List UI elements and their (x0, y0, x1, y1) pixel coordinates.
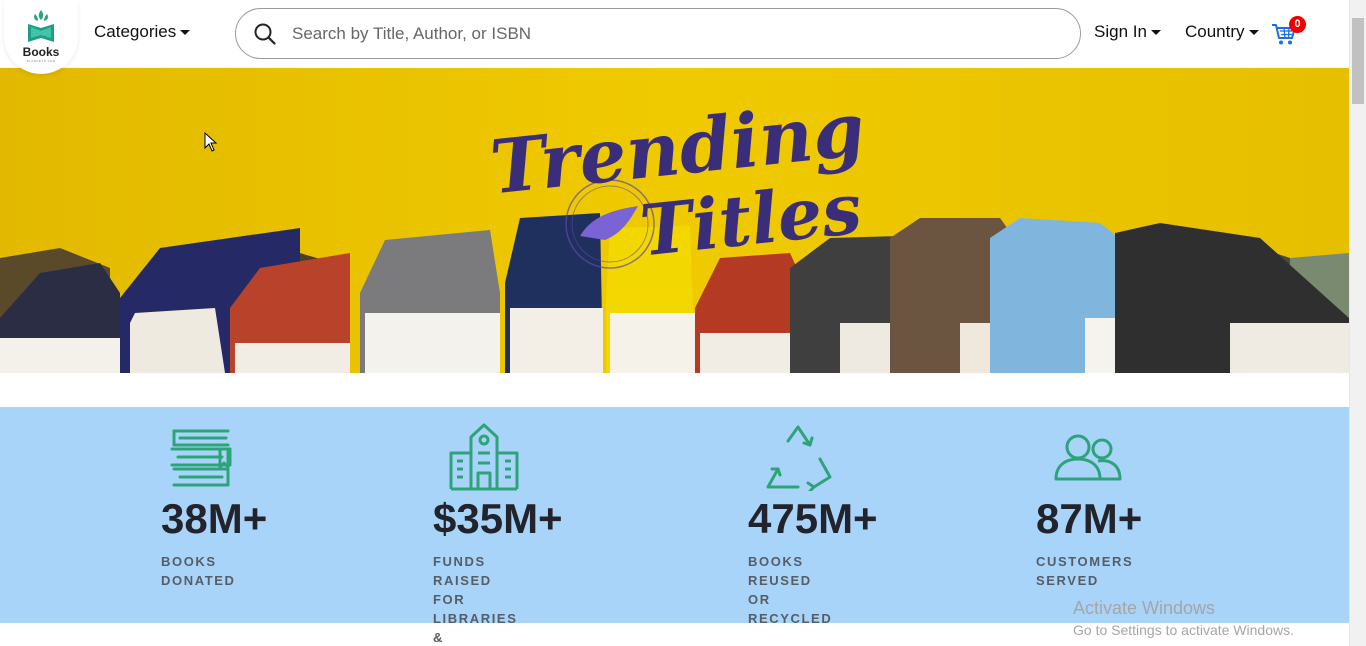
stat-label-line: BOOKS REUSED (748, 554, 812, 588)
sign-in-label: Sign In (1094, 22, 1147, 41)
books-stack-icon (170, 429, 232, 487)
top-navbar: Books BLANKETS FOR Categories Sign In Co… (0, 0, 1349, 74)
stat-label-line: OR RECYCLED (748, 592, 833, 626)
country-dropdown[interactable]: Country (1185, 22, 1259, 42)
stat-value: 475M+ (748, 495, 878, 542)
windows-activation-title: Activate Windows (1073, 598, 1216, 618)
stat-label-line: CUSTOMERS SERVED (1036, 554, 1134, 588)
stat-label: BOOKS REUSED OR RECYCLED (748, 552, 832, 628)
country-label: Country (1185, 22, 1245, 41)
stat-value: 38M+ (161, 495, 268, 542)
page: Books BLANKETS FOR Categories Sign In Co… (0, 0, 1366, 646)
stat-label-line: FUNDS RAISED FOR (433, 554, 492, 607)
search-input[interactable] (292, 19, 1052, 49)
stat-label-line: BOOKS DONATED (161, 554, 236, 588)
stat-label: BOOKS DONATED (161, 552, 236, 590)
library-building-icon (449, 423, 519, 491)
stat-label-line: LIBRARIES & LITERACY (433, 611, 518, 645)
impact-stats-section: 38M+ BOOKS DONATED $35M+ FUNDS RAISED FO… (0, 407, 1349, 645)
logo-subtext: BLANKETS FOR (26, 59, 56, 63)
search-bar (235, 8, 1081, 59)
stat-label: FUNDS RAISED FOR LIBRARIES & LITERACY (433, 552, 517, 646)
mouse-pointer-icon (204, 132, 218, 152)
stat-value: $35M+ (433, 495, 563, 542)
book-logo-icon (28, 10, 54, 42)
cart-count-badge: 0 (1289, 16, 1306, 33)
sign-in-dropdown[interactable]: Sign In (1094, 22, 1161, 42)
site-logo[interactable]: Books BLANKETS FOR (4, 0, 78, 74)
windows-activation-subtitle: Go to Settings to activate Windows. (1073, 622, 1294, 638)
recycle-icon (766, 425, 832, 491)
stat-label: CUSTOMERS SERVED (1036, 552, 1133, 590)
hero-banner[interactable]: Trending Titles (0, 68, 1349, 373)
logo-text: Books (22, 45, 60, 59)
chevron-down-icon (180, 30, 191, 35)
search-icon[interactable] (254, 23, 276, 45)
customers-icon (1054, 434, 1122, 481)
chevron-down-icon (1150, 30, 1161, 35)
stat-value: 87M+ (1036, 495, 1143, 542)
vertical-scrollbar[interactable] (1349, 0, 1366, 646)
categories-dropdown[interactable]: Categories (94, 22, 191, 42)
scrollbar-thumb[interactable] (1352, 18, 1364, 104)
categories-label: Categories (94, 22, 177, 41)
chevron-down-icon (1248, 30, 1259, 35)
